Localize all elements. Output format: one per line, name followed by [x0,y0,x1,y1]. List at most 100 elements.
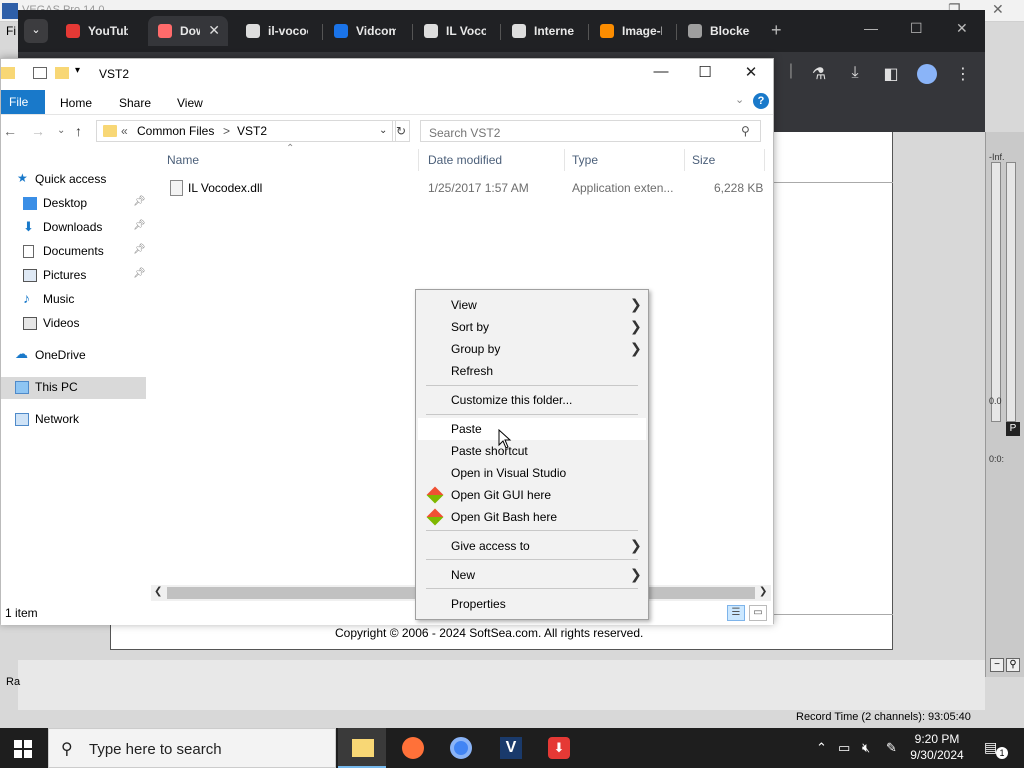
forward-icon[interactable]: → [31,123,45,139]
menu-item-properties[interactable]: Properties [418,593,646,615]
file-row[interactable]: IL Vocodex.dll 1/25/2017 1:57 AM Applica… [156,177,766,199]
network-icon[interactable]: ▭ [838,740,850,756]
menu-item-customize-this-folder[interactable]: Customize this folder... [418,389,646,411]
ribbon-view-tab[interactable]: View [177,96,203,110]
browser-tab[interactable]: Blocked [678,16,764,46]
ribbon-file-tab[interactable]: File [1,90,45,114]
vegas-menu-file[interactable]: Fi [6,24,16,38]
menu-item-give-access-to[interactable]: Give access to ❯ [418,535,646,557]
minimize-icon[interactable]: — [864,20,878,36]
nav-quick-access[interactable]: ★ Quick access [1,169,146,191]
nav-downloads[interactable]: ⬇ Downloads 📌︎ [1,217,146,239]
taskbar-chrome[interactable] [436,728,484,768]
menu-kebab-icon[interactable]: ⋮ [952,64,974,84]
scroll-right-icon[interactable]: ❯ [759,586,767,597]
menu-item-label: Properties [451,597,506,611]
pin-button[interactable]: P [1006,422,1020,436]
taskbar-file-explorer[interactable] [338,728,386,768]
column-header-date[interactable]: Date modified [428,153,502,167]
taskbar-firefox[interactable] [388,728,436,768]
customize-qat-icon[interactable]: ▾ [75,65,89,77]
column-separator[interactable] [684,149,685,171]
tab-strip: ⌄ YouTube Dow ✕ il-vocoo Vidcom IL Voco Intern… [18,10,985,52]
search-input[interactable] [420,120,761,142]
tab-favicon-icon [688,24,702,38]
clock[interactable]: 9:20 PM 9/30/2024 [900,731,974,763]
recent-locations-icon[interactable]: ⌄ [57,125,65,136]
address-bar[interactable]: « Common Files > VST2 ⌄ [96,120,396,142]
refresh-icon[interactable]: ↻ [392,120,410,142]
taskbar-downloader[interactable]: ⬇ [534,728,582,768]
labs-icon[interactable]: ⚗ [808,64,830,84]
explorer-maximize-icon[interactable]: ☐ [695,63,715,81]
nav-desktop[interactable]: Desktop 📌︎ [1,193,146,215]
column-header-name[interactable]: Name [167,153,199,167]
column-header-size[interactable]: Size [692,153,715,167]
menu-item-open-git-gui-here[interactable]: Open Git GUI here [418,484,646,506]
breadcrumb-overflow[interactable]: « [121,124,128,138]
browser-tab[interactable]: Interne [502,16,588,46]
explorer-minimize-icon[interactable]: — [651,63,671,80]
volume-muted-icon[interactable]: 🔇︎ [862,740,870,756]
zoom-in-icon[interactable]: ⚲ [1006,658,1020,672]
tab-search-button[interactable]: ⌄ [24,19,48,43]
properties-icon[interactable] [33,67,47,79]
column-separator[interactable] [418,149,419,171]
scroll-left-icon[interactable]: ❮ [154,586,162,597]
notification-center-icon[interactable]: ▤ 1 [984,739,1008,759]
browser-tab[interactable]: Dow ✕ [148,16,228,46]
menu-item-sort-by[interactable]: Sort by ❯ [418,316,646,338]
address-folder-icon [103,125,117,137]
tab-close-icon[interactable]: ✕ [208,22,220,39]
nav-videos[interactable]: Videos [1,313,146,335]
ribbon-home-tab[interactable]: Home [60,96,92,110]
large-icons-view-icon[interactable]: ▭ [749,605,767,621]
nav-this-pc[interactable]: This PC [1,377,146,399]
nav-pictures[interactable]: Pictures 📌︎ [1,265,146,287]
zoom-out-button[interactable]: − [990,658,1004,672]
maximize-icon[interactable]: ☐ [910,20,923,37]
menu-item-new[interactable]: New ❯ [418,564,646,586]
new-folder-icon[interactable] [55,67,69,79]
profile-avatar[interactable] [917,64,937,84]
side-panel-icon[interactable]: ◧ [880,64,902,84]
menu-item-refresh[interactable]: Refresh [418,360,646,382]
show-hidden-icons-icon[interactable]: ⌃ [816,740,827,756]
nav-documents[interactable]: Documents 📌︎ [1,241,146,263]
breadcrumb-vst2[interactable]: VST2 [237,124,267,138]
browser-tab[interactable]: il-vocoo [236,16,322,46]
taskbar-search-box[interactable]: ⚲ Type here to search [48,728,336,768]
menu-item-group-by[interactable]: Group by ❯ [418,338,646,360]
details-view-icon[interactable]: ☰ [727,605,745,621]
ribbon-share-tab[interactable]: Share [119,96,151,110]
windows-start-icon[interactable] [14,740,32,758]
help-icon[interactable]: ? [753,93,769,109]
menu-item-view[interactable]: View ❯ [418,294,646,316]
column-separator[interactable] [564,149,565,171]
expand-ribbon-icon[interactable]: ⌄ [735,93,744,106]
nav-onedrive[interactable]: ☁ OneDrive [1,345,146,367]
back-icon[interactable]: ← [3,123,17,139]
pen-icon[interactable]: ✎ [886,740,897,756]
menu-item-paste[interactable]: Paste [418,418,646,440]
close-icon[interactable]: ✕ [956,20,968,37]
nav-network[interactable]: Network [1,409,146,431]
taskbar-vegas[interactable]: V [486,728,534,768]
browser-tab[interactable]: Vidcom [324,16,410,46]
browser-tab[interactable]: YouTube [56,16,142,46]
explorer-close-icon[interactable]: ✕ [741,63,761,81]
browser-tab[interactable]: Image-I [590,16,676,46]
download-icon[interactable]: ⤓ [844,64,866,82]
browser-tab[interactable]: IL Voco [414,16,500,46]
address-dropdown-icon[interactable]: ⌄ [379,125,387,136]
menu-item-open-in-visual-studio[interactable]: Open in Visual Studio [418,462,646,484]
column-header-type[interactable]: Type [572,153,598,167]
nav-music[interactable]: ♪ Music [1,289,146,311]
menu-item-paste-shortcut[interactable]: Paste shortcut [418,440,646,462]
menu-item-open-git-bash-here[interactable]: Open Git Bash here [418,506,646,528]
column-separator[interactable] [764,149,765,171]
new-tab-button[interactable]: + [771,20,782,41]
up-icon[interactable]: ↑ [75,123,82,139]
vegas-close-icon[interactable]: ✕ [992,1,1004,18]
breadcrumb-common-files[interactable]: Common Files [137,124,214,138]
